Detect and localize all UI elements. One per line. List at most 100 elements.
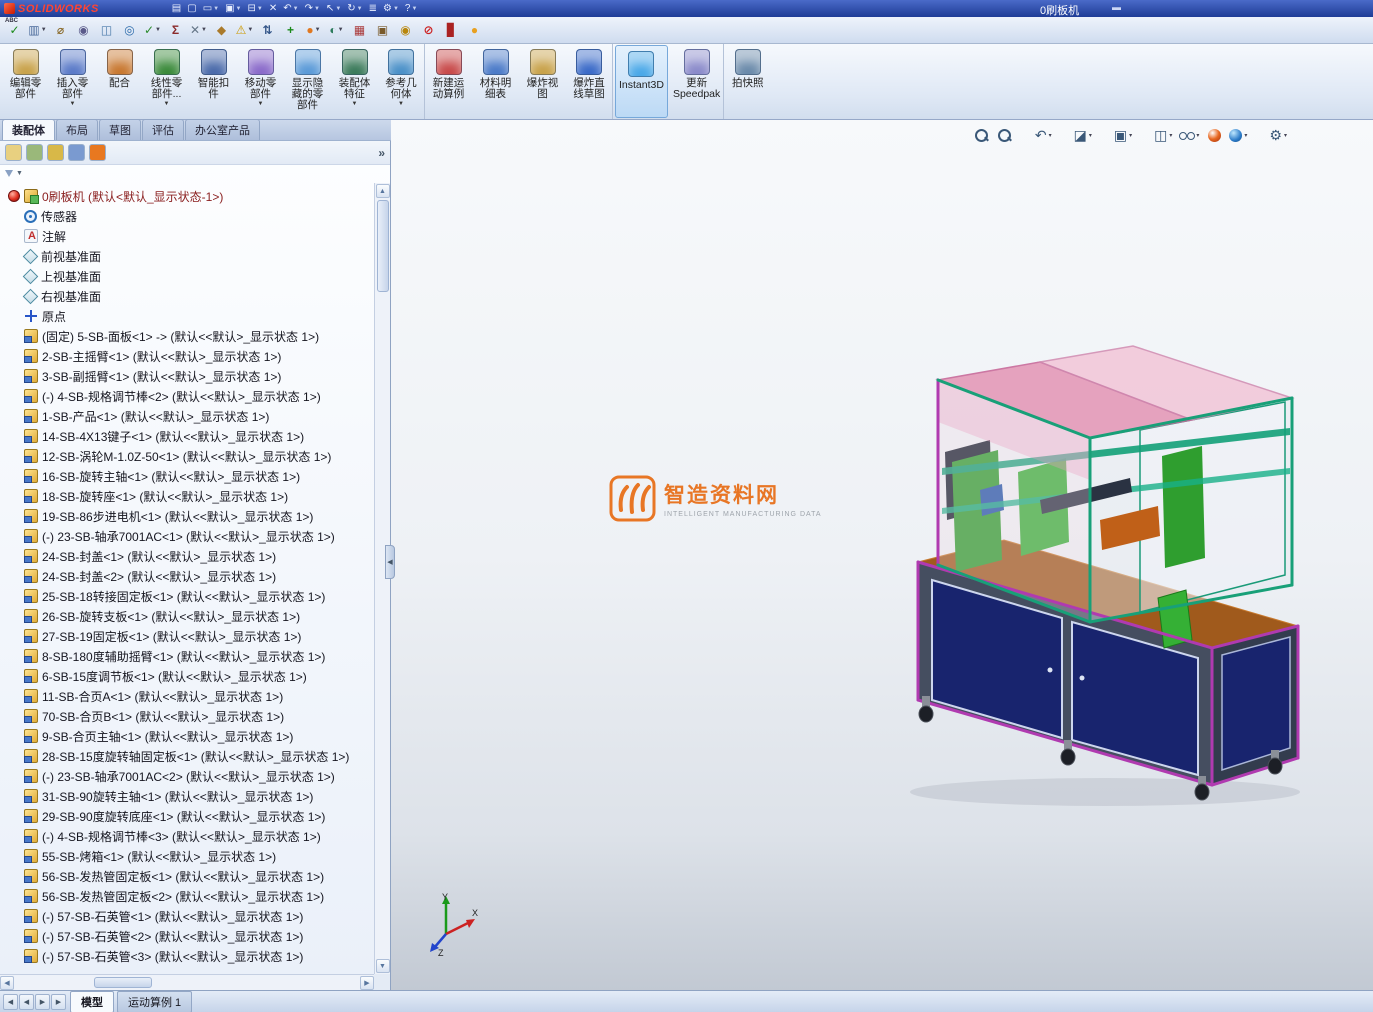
open-document-icon[interactable]: ▭ ▼ [200,1,222,16]
tree-item[interactable]: 55-SB-烤箱<1> (默认<<默认>_显示状态 1>) [0,846,374,866]
solidworks-logo[interactable]: SOLIDWORKS [0,3,109,15]
tree-item[interactable]: 16-SB-旋转主轴<1> (默认<<默认>_显示状态 1>) [0,466,374,486]
delete-icon[interactable]: ✕ [266,1,280,16]
tree-item[interactable]: (-) 57-SB-石英管<1> (默认<<默认>_显示状态 1>) [0,906,374,926]
costing-icon[interactable]: ◉ [395,19,416,41]
tree-item[interactable]: 前视基准面 [0,246,374,266]
model-tab[interactable]: 模型 [70,991,114,1012]
tree-item[interactable]: 11-SB-合页A<1> (默认<<默认>_显示状态 1>) [0,686,374,706]
reorder-icon[interactable]: ⇅ [257,19,278,41]
displaymanager-tab-icon[interactable] [89,144,106,161]
tree-item[interactable]: (-) 23-SB-轴承7001AC<1> (默认<<默认>_显示状态 1>) [0,526,374,546]
tree-root-assembly[interactable]: 0刷板机 (默认<默认_显示状态-1>) [0,186,374,206]
measure-icon[interactable]: ⌀ [50,19,71,41]
select-icon[interactable]: ↖ ▼ [323,1,344,16]
command-tab[interactable]: 装配体 [2,119,55,140]
tab-scroll-next-icon[interactable]: ▶ [35,994,50,1010]
tree-item[interactable]: 注解 [0,226,374,246]
command-tab[interactable]: 办公室产品 [185,119,260,140]
split-line-icon[interactable]: ✕ ▼ [188,19,209,41]
configurationmanager-tab-icon[interactable] [47,144,64,161]
equations-icon[interactable]: Σ [165,19,186,41]
tree-item[interactable]: (-) 57-SB-石英管<3> (默认<<默认>_显示状态 1>) [0,946,374,966]
tree-item[interactable]: 31-SB-90旋转主轴<1> (默认<<默认>_显示状态 1>) [0,786,374,806]
exploded-view-button[interactable]: 爆炸视 图 [519,44,566,119]
bill-of-materials-button[interactable]: 材料明 细表 [472,44,519,119]
statistics-icon[interactable]: ▊ [441,19,462,41]
scroll-right-arrow[interactable]: ▶ [360,976,374,990]
scroll-up-arrow[interactable]: ▲ [376,184,390,198]
spell-check-icon[interactable]: ABC ✓ [4,19,25,41]
reference-geometry-button[interactable]: 参考几 何体 ▼ [378,44,425,119]
edit-appearance-icon[interactable] [1206,126,1222,144]
zoom-fit-icon[interactable] [974,126,990,144]
scene-icon[interactable]: ◐ ▼ [326,19,347,41]
tree-item[interactable]: 18-SB-旋转座<1> (默认<<默认>_显示状态 1>) [0,486,374,506]
save-icon[interactable]: ▣ ▼ [222,1,244,16]
assembly-xpert-icon[interactable]: ▣ [372,19,393,41]
panel-collapse-button[interactable]: ◀ [385,545,395,579]
take-snapshot-button[interactable]: 拍快照 [724,44,771,119]
tab-scroll-prev-icon[interactable]: ◀ [19,994,34,1010]
assembly-features-button[interactable]: 装配体 特征 ▼ [331,44,378,119]
view-settings-icon[interactable]: ⚙ ▾ [1254,126,1287,144]
interference-detection-icon[interactable]: ⚠ ▼ [234,19,255,41]
mass-properties-icon[interactable]: ◉ [73,19,94,41]
new-document-icon[interactable]: ▢ [184,1,199,16]
tree-item[interactable]: 原点 [0,306,374,326]
section-off-icon[interactable]: ⊘ [418,19,439,41]
explode-line-sketch-button[interactable]: 爆炸直 线草图 [566,44,613,119]
scroll-thumb[interactable] [377,200,389,292]
featuremanager-tab-icon[interactable] [5,144,22,161]
tree-filter-bar[interactable]: ▼ [0,165,390,182]
tree-item[interactable]: (固定) 5-SB-面板<1> -> (默认<<默认>_显示状态 1>) [0,326,374,346]
tree-item[interactable]: 29-SB-90度旋转底座<1> (默认<<默认>_显示状态 1>) [0,806,374,826]
tree-item[interactable]: 右视基准面 [0,286,374,306]
tree-item[interactable]: (-) 57-SB-石英管<2> (默认<<默认>_显示状态 1>) [0,926,374,946]
tree-item[interactable]: 9-SB-合页主轴<1> (默认<<默认>_显示状态 1>) [0,726,374,746]
tab-scroll-last-icon[interactable]: ▶ [51,994,66,1010]
menu-toggle-icon[interactable]: ▤ [169,1,184,16]
help-icon[interactable]: ? ▼ [402,1,421,16]
tree-item[interactable]: 14-SB-4X13键子<1> (默认<<默认>_显示状态 1>) [0,426,374,446]
display-style-icon[interactable]: ◫ ▾ [1139,126,1172,144]
titlebar-right-icon[interactable]: ▬ [1112,2,1121,12]
move-component-button[interactable]: 移动零 部件 ▼ [237,44,284,119]
update-speedpak-button[interactable]: 更新 Speedpak [670,44,724,119]
previous-view-icon[interactable]: ↶ ▾ [1020,126,1052,144]
tree-item[interactable]: 上视基准面 [0,266,374,286]
show-hidden-components-button[interactable]: 显示隐 藏的零 部件 [284,44,331,119]
zoom-area-icon[interactable] [997,126,1013,144]
tree-item[interactable]: 传感器 [0,206,374,226]
command-tab[interactable]: 布局 [56,119,98,140]
linear-component-pattern-button[interactable]: 线性零 部件... ▼ [143,44,190,119]
command-tab[interactable]: 草图 [99,119,141,140]
tree-item[interactable]: (-) 4-SB-规格调节棒<2> (默认<<默认>_显示状态 1>) [0,386,374,406]
check-icon[interactable]: ✓ ▼ [142,19,163,41]
graphics-viewport[interactable]: ↶ ▾ ◪ ▾ ▣ ▾ ◫ ▾ ▾ [391,120,1373,990]
tree-item[interactable]: 19-SB-86步进电机<1> (默认<<默认>_显示状态 1>) [0,506,374,526]
print-icon[interactable]: ⊟ ▼ [245,1,266,16]
options-icon[interactable]: ⚙ ▼ [380,1,402,16]
mate-button[interactable]: 配合 [96,44,143,119]
model-tab[interactable]: 运动算例 1 [117,991,192,1012]
tree-item[interactable]: 8-SB-180度辅助摇臂<1> (默认<<默认>_显示状态 1>) [0,646,374,666]
tree-item[interactable]: 26-SB-旋转支板<1> (默认<<默认>_显示状态 1>) [0,606,374,626]
hide-show-items-icon[interactable]: ▾ [1179,126,1199,144]
compare-icon[interactable]: ▦ [349,19,370,41]
scroll-thumb[interactable] [94,977,152,988]
section-properties-icon[interactable]: ◫ [96,19,117,41]
tree-item[interactable]: 25-SB-18转接固定板<1> (默认<<默认>_显示状态 1>) [0,586,374,606]
tree-item[interactable]: 28-SB-15度旋转轴固定板<1> (默认<<默认>_显示状态 1>) [0,746,374,766]
view-orientation-icon[interactable]: ▣ ▾ [1099,126,1132,144]
undo-icon[interactable]: ↶ ▼ [280,1,301,16]
propertymanager-tab-icon[interactable] [26,144,43,161]
new-motion-study-button[interactable]: 新建运 动算例 [425,44,472,119]
tree-item[interactable]: 27-SB-19固定板<1> (默认<<默认>_显示状态 1>) [0,626,374,646]
tree-item[interactable]: 6-SB-15度调节板<1> (默认<<默认>_显示状态 1>) [0,666,374,686]
rebuild-icon[interactable]: ↻ ▼ [344,1,365,16]
sensor-icon[interactable]: ◎ [119,19,140,41]
tree-item[interactable]: 2-SB-主摇臂<1> (默认<<默认>_显示状态 1>) [0,346,374,366]
scroll-down-arrow[interactable]: ▼ [376,959,390,973]
render-ball-icon[interactable]: ● [464,19,485,41]
